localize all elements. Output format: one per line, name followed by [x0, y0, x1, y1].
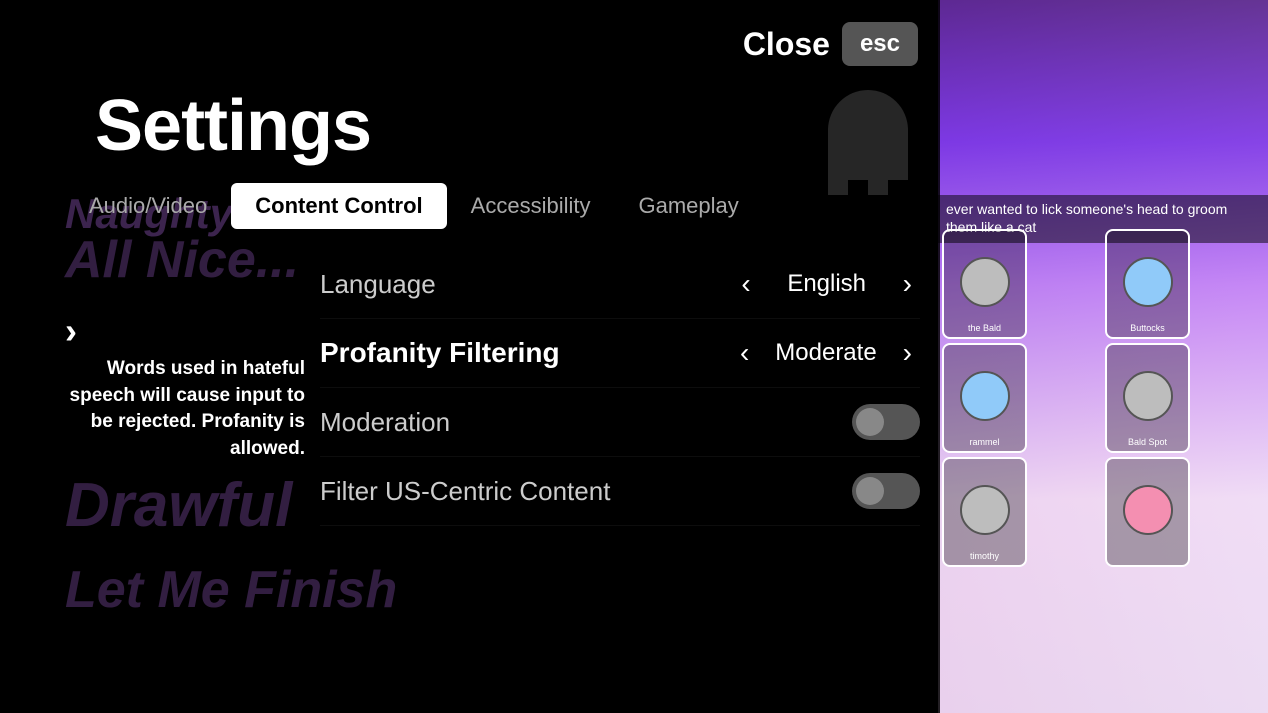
- profanity-control: ‹ Moderate ›: [732, 335, 920, 371]
- tab-audio-video[interactable]: Audio/Video: [65, 183, 231, 229]
- profanity-prev-button[interactable]: ‹: [732, 335, 757, 371]
- watermark-let-me-finish: Let Me Finish: [65, 560, 397, 620]
- char-card-3: rammel: [942, 343, 1027, 453]
- moderation-label: Moderation: [320, 407, 450, 438]
- watermark-all-nice: All Nice...: [65, 230, 299, 290]
- language-value: English: [777, 270, 877, 298]
- close-area: Close esc: [743, 22, 918, 66]
- settings-content: Language ‹ English › Profanity Filtering…: [320, 250, 920, 526]
- profanity-next-button[interactable]: ›: [895, 335, 920, 371]
- filter-us-label: Filter US-Centric Content: [320, 476, 610, 507]
- characters-area: the Bald Buttocks rammel Bald Spot timot…: [938, 225, 1268, 571]
- close-button[interactable]: Close: [743, 26, 830, 63]
- tooltip-arrow-icon: ›: [65, 310, 77, 352]
- watermark-drawful: Drawful: [65, 470, 292, 541]
- profanity-value: Moderate: [775, 339, 876, 367]
- tab-gameplay[interactable]: Gameplay: [614, 183, 762, 229]
- esc-button[interactable]: esc: [842, 22, 918, 66]
- tooltip-box: › Words used in hateful speech will caus…: [65, 310, 305, 462]
- profanity-label: Profanity Filtering: [320, 337, 560, 369]
- language-next-button[interactable]: ›: [895, 266, 920, 302]
- language-label: Language: [320, 269, 436, 300]
- setting-row-language: Language ‹ English ›: [320, 250, 920, 319]
- tab-content-control[interactable]: Content Control: [231, 183, 446, 229]
- filter-us-toggle[interactable]: [852, 473, 920, 509]
- char-card-5: timothy: [942, 457, 1027, 567]
- char-card-6: [1105, 457, 1190, 567]
- tab-accessibility[interactable]: Accessibility: [447, 183, 615, 229]
- ghost-icon: [808, 90, 928, 210]
- setting-row-moderation: Moderation: [320, 388, 920, 457]
- tab-bar: Audio/Video Content Control Accessibilit…: [65, 183, 763, 229]
- tooltip-text: Words used in hateful speech will cause …: [65, 356, 305, 462]
- setting-row-profanity: Profanity Filtering ‹ Moderate ›: [320, 319, 920, 388]
- char-card-4: Bald Spot: [1105, 343, 1190, 453]
- language-control: ‹ English ›: [733, 266, 920, 302]
- char-card-2: Buttocks: [1105, 229, 1190, 339]
- setting-row-filter-us: Filter US-Centric Content: [320, 457, 920, 526]
- char-card-1: the Bald: [942, 229, 1027, 339]
- language-prev-button[interactable]: ‹: [733, 266, 758, 302]
- moderation-toggle[interactable]: [852, 404, 920, 440]
- settings-title: Settings: [95, 85, 371, 167]
